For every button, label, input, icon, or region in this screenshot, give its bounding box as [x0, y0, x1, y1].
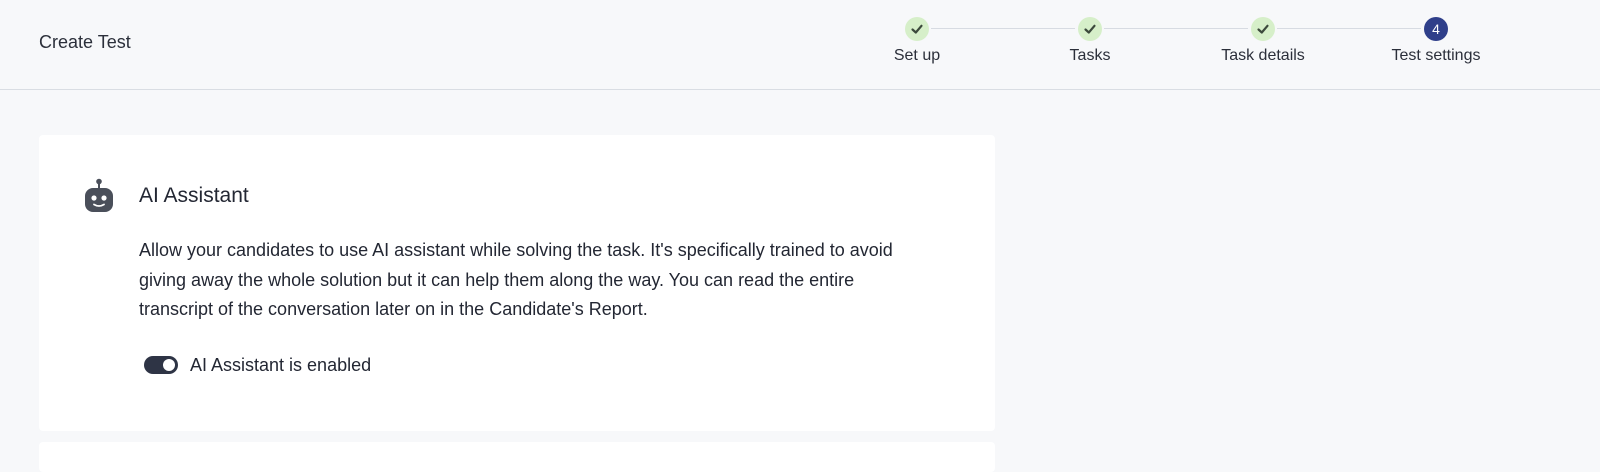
step-label: Test settings [1391, 47, 1481, 64]
stepper: Set up Tasks Task details 4 Test setting… [0, 0, 1600, 90]
top-bar: Create Test Set up Tasks Task details 4 … [0, 0, 1600, 90]
robot-icon [84, 178, 114, 214]
step-test-settings[interactable]: 4 Test settings [1366, 17, 1506, 66]
check-icon [905, 17, 929, 41]
next-card [39, 442, 995, 472]
card-title: AI Assistant [139, 184, 249, 207]
card-description: Allow your candidates to use AI assistan… [139, 240, 893, 319]
ai-assistant-toggle[interactable] [144, 356, 178, 374]
step-label: Tasks [1069, 47, 1111, 64]
ai-assistant-card: AI Assistant Allow your candidates to us… [39, 135, 995, 431]
step-set-up[interactable]: Set up [847, 17, 987, 66]
step-tasks[interactable]: Tasks [1020, 17, 1160, 66]
toggle-knob [163, 359, 175, 371]
check-icon [1251, 17, 1275, 41]
step-task-details[interactable]: Task details [1193, 17, 1333, 66]
step-label: Set up [893, 47, 941, 64]
toggle-label: AI Assistant is enabled [190, 355, 372, 375]
check-icon [1078, 17, 1102, 41]
step-number-badge: 4 [1424, 17, 1448, 41]
step-label: Task details [1221, 47, 1305, 64]
ai-assistant-toggle-row[interactable]: AI Assistant is enabled [144, 354, 371, 376]
